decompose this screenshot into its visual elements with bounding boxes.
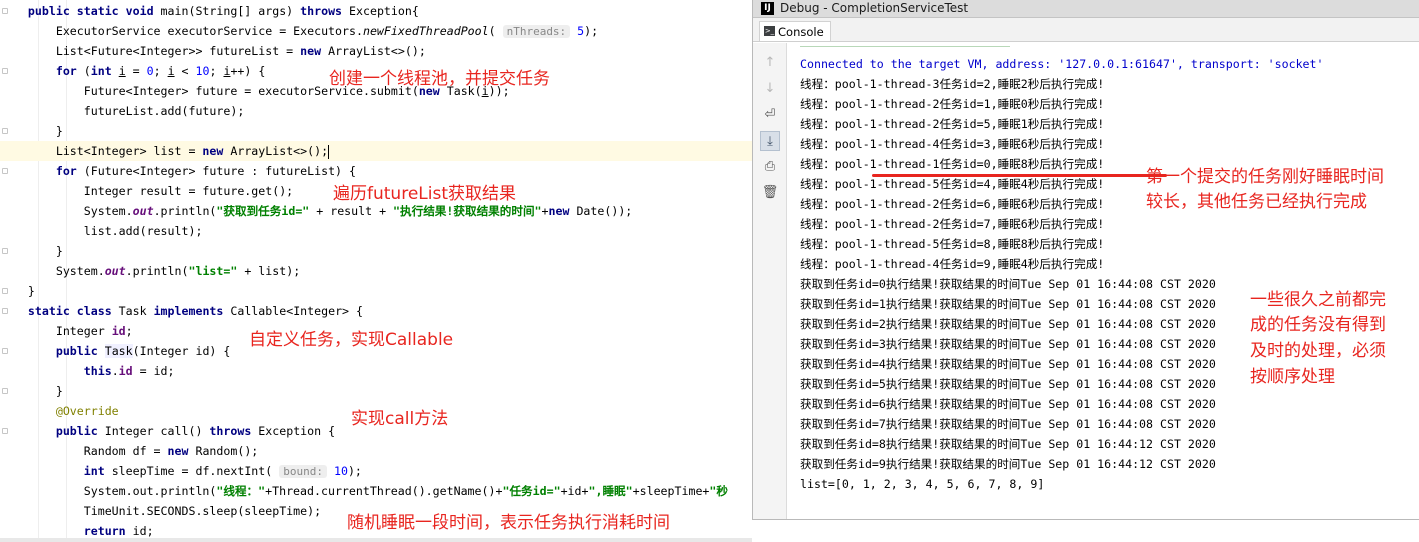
console-line: 获取到任务id=6执行结果!获取结果的时间Tue Sep 01 16:44:08… — [800, 397, 1216, 411]
annotation-long-ago-4: 按顺序处理 — [1250, 367, 1335, 387]
console-line: 线程：pool-1-thread-2任务id=5,睡眠1秒后执行完成! — [800, 117, 1105, 131]
code-line-13[interactable]: } — [0, 241, 752, 261]
tab-console[interactable]: >_ Console — [759, 21, 831, 41]
annotation-random-sleep: 随机睡眠一段时间，表示任务执行消耗时间 — [347, 513, 670, 533]
debug-title: Debug - CompletionServiceTest — [780, 1, 969, 15]
console-output[interactable]: Connected to the target VM, address: '12… — [788, 43, 1419, 519]
console-line: 获取到任务id=5执行结果!获取结果的时间Tue Sep 01 16:44:08… — [800, 377, 1216, 391]
text-caret — [328, 144, 330, 159]
debug-panel: IJ Debug - CompletionServiceTest >_ Cons… — [752, 0, 1419, 520]
console-toolbar: ↑ ↓ ⏎ ⤓ ⎙ 🗑 — [753, 43, 787, 519]
console-line: 获取到任务id=2执行结果!获取结果的时间Tue Sep 01 16:44:08… — [800, 317, 1216, 331]
fold-marker[interactable] — [2, 348, 8, 354]
fold-marker[interactable] — [2, 68, 8, 74]
code-editor[interactable]: public static void main(String[] args) t… — [0, 0, 752, 542]
console-line: 线程：pool-1-thread-2任务id=1,睡眠0秒后执行完成! — [800, 97, 1105, 111]
annotation-long-ago-1: 一些很久之前都完 — [1250, 290, 1386, 310]
annotation-long-ago-2: 成的任务没有得到 — [1250, 315, 1386, 335]
param-hint-nthreads: nThreads: — [502, 25, 571, 38]
console-line: 获取到任务id=9执行结果!获取结果的时间Tue Sep 01 16:44:12… — [800, 457, 1216, 471]
code-line-6[interactable]: futureList.add(future); — [0, 101, 752, 121]
annotation-impl-call: 实现call方法 — [351, 409, 449, 429]
console-line: 线程：pool-1-thread-4任务id=3,睡眠6秒后执行完成! — [800, 137, 1105, 151]
annotation-traverse: 遍历futureList获取结果 — [333, 184, 516, 204]
annotation-custom-task: 自定义任务，实现Callable — [249, 330, 454, 350]
scrolled-line-remnant — [800, 43, 1010, 47]
annotation-first-task-1: 第一个提交的任务刚好睡眠时间 — [1146, 167, 1384, 187]
console-line: Connected to the target VM, address: '12… — [800, 57, 1324, 71]
console-line: list=[0, 1, 2, 3, 4, 5, 6, 7, 8, 9] — [800, 477, 1045, 491]
debug-tabbar: >_ Console — [753, 18, 1419, 42]
fold-marker[interactable] — [2, 428, 8, 434]
console-icon: >_ — [764, 26, 775, 36]
code-line-20[interactable]: } — [0, 381, 752, 401]
code-line-3[interactable]: List<Future<Integer>> futureList = new A… — [0, 41, 752, 61]
code-line-2[interactable]: ExecutorService executorService = Execut… — [0, 21, 752, 41]
console-line: 线程：pool-1-thread-5任务id=4,睡眠4秒后执行完成! — [800, 177, 1105, 191]
code-line-9[interactable]: for (Future<Integer> future : futureList… — [0, 161, 752, 181]
scroll-to-end-icon[interactable]: ⤓ — [760, 131, 780, 151]
fold-marker[interactable] — [2, 8, 8, 14]
fold-marker[interactable] — [2, 288, 8, 294]
fold-marker[interactable] — [2, 168, 8, 174]
console-line: 获取到任务id=8执行结果!获取结果的时间Tue Sep 01 16:44:12… — [800, 437, 1216, 451]
console-line: 线程：pool-1-thread-2任务id=7,睡眠6秒后执行完成! — [800, 217, 1105, 231]
console-line: 线程：pool-1-thread-3任务id=2,睡眠2秒后执行完成! — [800, 77, 1105, 91]
console-line: 线程：pool-1-thread-1任务id=0,睡眠8秒后执行完成! — [800, 157, 1105, 171]
code-line-24[interactable]: int sleepTime = df.nextInt( bound: 10); — [0, 461, 752, 481]
code-line-19[interactable]: this.id = id; — [0, 361, 752, 381]
console-line: 线程：pool-1-thread-5任务id=8,睡眠8秒后执行完成! — [800, 237, 1105, 251]
console-line: 线程：pool-1-thread-4任务id=9,睡眠4秒后执行完成! — [800, 257, 1105, 271]
fold-marker[interactable] — [2, 128, 8, 134]
code-line-23[interactable]: Random df = new Random(); — [0, 441, 752, 461]
param-hint-bound: bound: — [279, 465, 327, 478]
code-line-14[interactable]: System.out.println("list=" + list); — [0, 261, 752, 281]
intellij-logo-icon: IJ — [761, 2, 774, 15]
annotation-create-pool: 创建一个线程池，并提交任务 — [329, 69, 550, 89]
console-line: 获取到任务id=3执行结果!获取结果的时间Tue Sep 01 16:44:08… — [800, 337, 1216, 351]
code-line-25[interactable]: System.out.println("线程："+Thread.currentT… — [0, 481, 752, 501]
arrow-up-icon[interactable]: ↑ — [760, 53, 780, 73]
console-line: 获取到任务id=1执行结果!获取结果的时间Tue Sep 01 16:44:08… — [800, 297, 1216, 311]
tab-console-label: Console — [778, 25, 824, 39]
code-line-15[interactable]: } — [0, 281, 752, 301]
print-icon[interactable]: ⎙ — [760, 157, 780, 177]
console-line: 获取到任务id=0执行结果!获取结果的时间Tue Sep 01 16:44:08… — [800, 277, 1216, 291]
arrow-down-icon[interactable]: ↓ — [760, 79, 780, 99]
console-line: 获取到任务id=7执行结果!获取结果的时间Tue Sep 01 16:44:08… — [800, 417, 1216, 431]
code-line-12[interactable]: list.add(result); — [0, 221, 752, 241]
fold-marker[interactable] — [2, 308, 8, 314]
console-line: 获取到任务id=4执行结果!获取结果的时间Tue Sep 01 16:44:08… — [800, 357, 1216, 371]
editor-scrollbar[interactable] — [0, 538, 752, 542]
fold-marker[interactable] — [2, 388, 8, 394]
console-line: 线程：pool-1-thread-2任务id=6,睡眠6秒后执行完成! — [800, 197, 1105, 211]
annotation-long-ago-3: 及时的处理，必须 — [1250, 341, 1386, 361]
code-line-8[interactable]: List<Integer> list = new ArrayList<>(); — [0, 141, 752, 161]
code-line-16[interactable]: static class Task implements Callable<In… — [0, 301, 752, 321]
code-line-7[interactable]: } — [0, 121, 752, 141]
trash-icon[interactable]: 🗑 — [760, 183, 780, 203]
annotation-first-task-2: 较长，其他任务已经执行完成 — [1146, 192, 1367, 212]
code-line-1[interactable]: public static void main(String[] args) t… — [0, 1, 752, 21]
fold-marker[interactable] — [2, 248, 8, 254]
debug-titlebar[interactable]: IJ Debug - CompletionServiceTest — [753, 0, 1419, 18]
soft-wrap-icon[interactable]: ⏎ — [760, 105, 780, 125]
